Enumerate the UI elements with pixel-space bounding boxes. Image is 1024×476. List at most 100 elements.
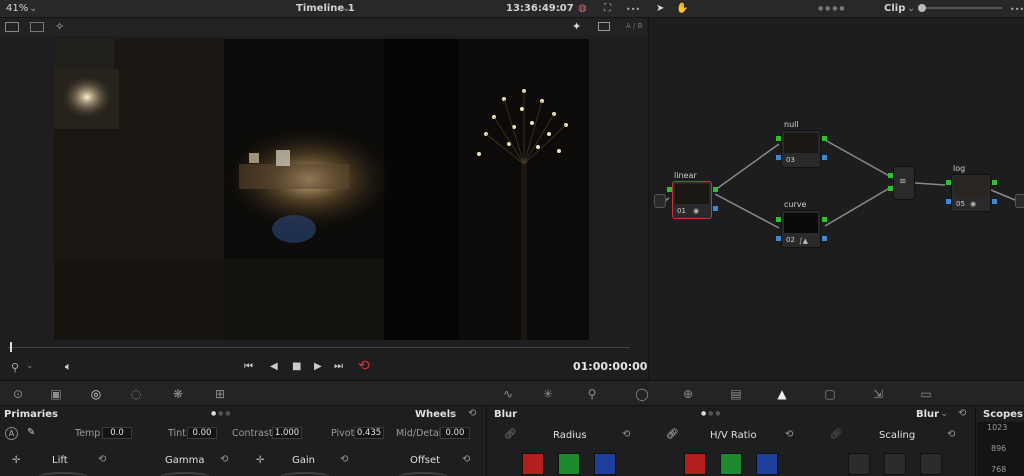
zoom-slider[interactable] (922, 7, 1002, 9)
node-linear[interactable]: 01 ◉ (672, 181, 712, 219)
hv-red-slider[interactable] (684, 453, 706, 475)
eyedropper-icon[interactable]: ⚲ (11, 361, 19, 374)
chevron-down-icon[interactable]: ⌄ (940, 408, 948, 419)
chevron-down-icon[interactable]: ⌄ (26, 361, 34, 371)
key-output-connector[interactable] (992, 199, 997, 204)
color-warper-icon[interactable]: ✳ (540, 386, 556, 402)
timeline-scrubber[interactable] (8, 347, 630, 348)
crosshair-icon[interactable]: ✛ (256, 455, 264, 466)
chevron-down-icon[interactable]: ⌄ (29, 3, 37, 14)
clip-dropdown[interactable]: Clip (884, 3, 905, 14)
reset-icon[interactable]: ⟲ (622, 429, 630, 440)
pointer-icon[interactable]: ➤ (656, 3, 664, 14)
eyedropper-icon[interactable]: ✎ (27, 427, 35, 438)
hdr-icon[interactable]: ⊞ (212, 386, 228, 402)
zoom-dropdown[interactable]: 41% (6, 3, 28, 14)
scaling-green-slider[interactable] (884, 453, 906, 475)
chevron-down-icon[interactable]: ⌄ (907, 3, 915, 14)
input-connector[interactable] (776, 217, 781, 222)
output-node[interactable] (1015, 194, 1024, 208)
reset-icon[interactable]: ⟲ (220, 454, 228, 465)
key-output-connector[interactable] (822, 155, 827, 160)
hv-blue-slider[interactable] (756, 453, 778, 475)
node-log[interactable]: 05 ◉ (951, 174, 991, 212)
go-to-end-icon[interactable]: ⏭︎ (334, 361, 343, 372)
lift-wheel[interactable] (38, 472, 88, 476)
playhead[interactable] (10, 342, 12, 352)
chevron-down-icon[interactable]: ⌄ (450, 408, 458, 419)
color-wheel-icon[interactable]: ◍ (578, 3, 587, 14)
key-input-connector[interactable] (776, 236, 781, 241)
color-match-icon[interactable]: ▣ (48, 386, 64, 402)
highlight-icon[interactable]: ✦ (572, 20, 581, 33)
ab-compare-toggle[interactable]: A / B (626, 22, 642, 30)
key-input-connector[interactable] (946, 199, 951, 204)
radius-blue-slider[interactable] (594, 453, 616, 475)
link-icon[interactable]: 🔗︎ (666, 429, 679, 440)
layer-mixer-node[interactable]: ≋ (893, 166, 915, 200)
reset-icon[interactable]: ⟲ (958, 408, 966, 419)
blur-mode-dropdown[interactable]: Blur (916, 409, 939, 420)
reset-icon[interactable]: ⟲ (785, 429, 793, 440)
input-connector[interactable] (946, 180, 951, 185)
camera-raw-icon[interactable]: ⊙ (10, 386, 26, 402)
node-curve[interactable]: 02 ∫▲ (781, 210, 821, 248)
key-input-connector[interactable] (776, 155, 781, 160)
magic-mask-icon[interactable]: ▤ (728, 386, 744, 402)
input-connector[interactable] (888, 186, 893, 191)
more-options-icon[interactable]: ••• (626, 5, 640, 14)
hv-green-slider[interactable] (720, 453, 742, 475)
radius-green-slider[interactable] (558, 453, 580, 475)
node-null[interactable]: 03 (781, 130, 821, 168)
output-connector[interactable] (822, 136, 827, 141)
go-to-start-icon[interactable]: ⏮︎ (244, 361, 253, 372)
sizing-icon[interactable]: ⇲ (870, 386, 886, 402)
chevron-down-icon[interactable]: ⌄ (342, 3, 350, 14)
key-output-connector[interactable] (713, 206, 718, 211)
blur-icon[interactable]: ▲ (774, 386, 790, 402)
scaling-blue-slider[interactable] (920, 453, 942, 475)
output-connector[interactable] (713, 187, 718, 192)
qualifier-icon[interactable]: ⚲ (584, 386, 600, 402)
video-output-icon[interactable] (598, 22, 610, 31)
rgb-mixer-icon[interactable]: ◌ (128, 386, 144, 402)
speaker-icon[interactable]: 🔈︎ (65, 360, 72, 374)
loop-icon[interactable]: ⟲ (358, 358, 370, 374)
more-options-icon[interactable]: ••• (1010, 5, 1024, 14)
key-output-connector[interactable] (822, 236, 827, 241)
output-connector[interactable] (992, 180, 997, 185)
radius-red-slider[interactable] (522, 453, 544, 475)
reset-icon[interactable]: ⟲ (462, 454, 470, 465)
hand-icon[interactable]: ✋ (676, 3, 688, 14)
gain-wheel[interactable] (280, 472, 330, 476)
node-editor[interactable]: linear 01 ◉ null 03 curve 02 ∫▲ ≋ log 05… (648, 18, 1024, 380)
mid-detail-field[interactable]: 0.00 (440, 427, 470, 439)
play-icon[interactable]: ▶ (314, 361, 322, 372)
scaling-red-slider[interactable] (848, 453, 870, 475)
zoom-slider-handle[interactable] (918, 4, 926, 12)
reset-icon[interactable]: ⟲ (98, 454, 106, 465)
reset-icon[interactable]: ⟲ (340, 454, 348, 465)
auto-balance-icon[interactable]: A (5, 427, 18, 440)
magic-wand-icon[interactable]: ✧ (55, 20, 64, 33)
key-icon[interactable]: ▢ (822, 386, 838, 402)
temp-field[interactable]: 0.0 (102, 427, 132, 439)
tracker-icon[interactable]: ⊕ (680, 386, 696, 402)
3d-icon[interactable]: ▭ (918, 386, 934, 402)
input-connector[interactable] (776, 136, 781, 141)
video-frame[interactable] (54, 39, 589, 340)
window-icon[interactable]: ◯ (634, 386, 650, 402)
chevron-down-icon[interactable]: ⌄ (555, 3, 563, 14)
contrast-field[interactable]: 1.000 (272, 427, 302, 439)
link-icon[interactable]: 🔗︎ (504, 429, 517, 440)
output-connector[interactable] (822, 217, 827, 222)
link-icon[interactable]: 🔗︎ (830, 429, 843, 440)
stop-icon[interactable]: ■ (292, 361, 301, 372)
split-viewer-icon[interactable] (30, 22, 44, 32)
input-connector[interactable] (667, 187, 672, 192)
reset-icon[interactable]: ⟲ (468, 408, 476, 419)
offset-wheel[interactable] (398, 472, 448, 476)
gamma-wheel[interactable] (160, 472, 210, 476)
crosshair-icon[interactable]: ✛ (12, 455, 20, 466)
motion-effects-icon[interactable]: ❋ (170, 386, 186, 402)
